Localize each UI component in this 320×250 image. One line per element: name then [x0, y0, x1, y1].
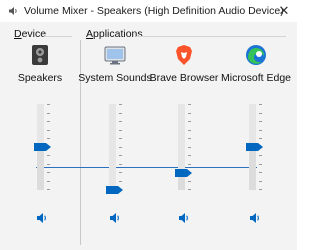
mute-button-microsoft-edge[interactable] [249, 212, 261, 224]
title-bar: Volume Mixer - Speakers (High Definition… [0, 0, 297, 22]
slider-tick [119, 181, 122, 182]
slider-tick [47, 164, 50, 165]
channel-label: Microsoft Edge [220, 72, 292, 84]
edge-icon [246, 45, 266, 65]
volume-slider-ticks [119, 104, 122, 190]
slider-tick [259, 189, 262, 190]
speaker-icon [179, 213, 185, 223]
slider-tick [188, 181, 191, 182]
slider-tick [259, 155, 262, 156]
slider-tick [259, 164, 262, 165]
slider-tick [119, 155, 122, 156]
slider-tick [188, 138, 191, 139]
volume-mixer-icon [9, 7, 17, 15]
slider-tick [188, 155, 191, 156]
slider-tick [119, 172, 122, 173]
slider-tick [188, 164, 191, 165]
slider-tick [188, 147, 191, 148]
slider-tick [119, 130, 122, 131]
close-button[interactable]: ✕ [271, 0, 297, 22]
slider-tick [259, 113, 262, 114]
volume-slider-thumb-microsoft-edge[interactable] [246, 143, 263, 151]
volume-slider-thumb-brave-browser[interactable] [175, 169, 192, 177]
speaker-icon [250, 213, 256, 223]
slider-tick [47, 189, 50, 190]
slider-tick [259, 172, 262, 173]
slider-tick [119, 121, 122, 122]
channel-label: System Sounds [78, 72, 152, 84]
slider-tick [188, 104, 191, 105]
slider-tick [119, 104, 122, 105]
volume-slider-ticks [188, 104, 191, 190]
speaker-device-icon [32, 45, 48, 65]
slider-tick [47, 172, 50, 173]
slider-tick [188, 130, 191, 131]
speaker-icon [110, 213, 116, 223]
slider-tick [188, 121, 191, 122]
slider-tick [188, 189, 191, 190]
mute-button-speakers[interactable] [36, 212, 48, 224]
slider-tick [119, 113, 122, 114]
speaker-icon [37, 213, 43, 223]
mute-button-system-sounds[interactable] [109, 212, 121, 224]
mixer-panel: Device Applications Speakers System Soun… [0, 22, 297, 250]
close-icon: ✕ [278, 3, 290, 18]
slider-tick [47, 138, 50, 139]
mute-button-brave-browser[interactable] [178, 212, 190, 224]
volume-slider-track-system-sounds[interactable] [109, 104, 116, 190]
system-sounds-icon [104, 46, 126, 65]
volume-slider-thumb-system-sounds[interactable] [106, 186, 123, 194]
channel-label: Speakers [17, 72, 63, 84]
slider-tick [47, 104, 50, 105]
slider-tick [47, 181, 50, 182]
volume-slider-thumb-speakers[interactable] [34, 143, 51, 151]
volume-slider-track-brave-browser[interactable] [178, 104, 185, 190]
channel-microsoft-edge: Microsoft Edge [221, 36, 291, 241]
slider-tick [47, 121, 50, 122]
slider-tick [47, 130, 50, 131]
slider-tick [259, 138, 262, 139]
slider-tick [259, 104, 262, 105]
slider-tick [119, 164, 122, 165]
window-title: Volume Mixer - Speakers (High Definition… [24, 5, 284, 17]
brave-icon [176, 45, 192, 65]
slider-tick [47, 155, 50, 156]
channel-label: Brave Browser [149, 72, 219, 84]
slider-tick [119, 147, 122, 148]
slider-tick [259, 181, 262, 182]
slider-tick [259, 130, 262, 131]
slider-tick [47, 113, 50, 114]
volume-slider-fill [37, 147, 44, 190]
slider-tick [188, 113, 191, 114]
volume-slider-fill [249, 147, 256, 190]
slider-tick [259, 121, 262, 122]
slider-tick [119, 138, 122, 139]
